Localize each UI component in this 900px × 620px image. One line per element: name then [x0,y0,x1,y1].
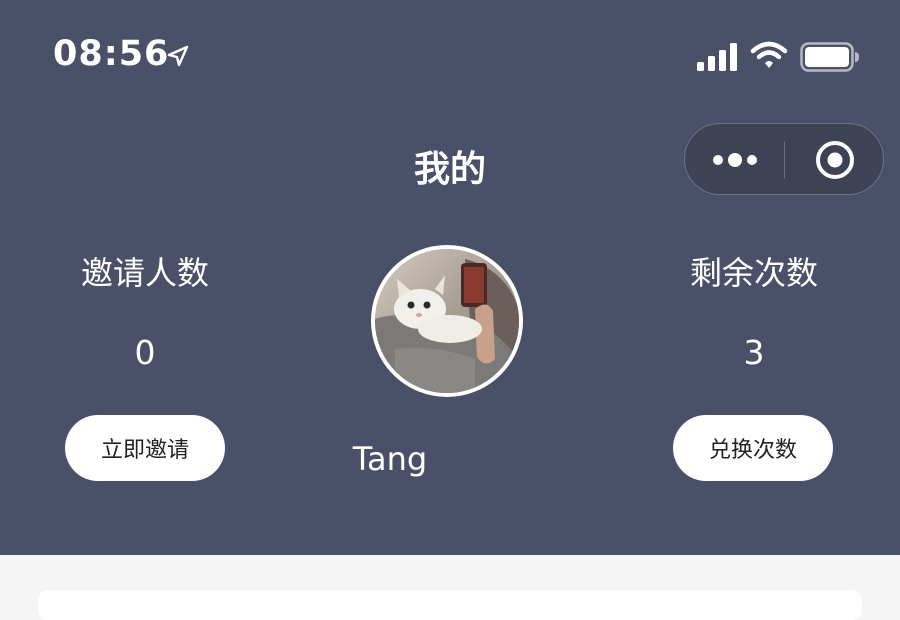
status-bar: 08:56 [0,0,900,110]
remaining-count-label: 剩余次数 [689,254,818,292]
invite-count-value: 0 [134,333,156,372]
redeem-count-button[interactable]: 兑换次数 [673,415,833,481]
target-circle-icon [816,141,854,179]
invite-now-button[interactable]: 立即邀请 [65,415,225,481]
location-arrow-icon [167,45,189,67]
mini-program-capsule [684,123,884,195]
content-card [38,590,862,620]
profile-header: 08:56 我的 邀请人数 0 立即邀请 Tang 剩余次数 3 兑换次数 [0,0,900,555]
remaining-count-value: 3 [743,333,765,372]
avatar-photo [375,249,519,393]
username: Tang [352,440,428,478]
more-button[interactable] [685,124,784,196]
wifi-icon [750,41,788,68]
more-dots-icon [713,153,757,167]
status-time: 08:56 [53,34,170,74]
avatar[interactable] [371,245,523,397]
close-miniprogram-button[interactable] [785,124,883,196]
battery-icon [800,42,859,72]
cellular-signal-icon [697,43,737,71]
invite-count-label: 邀请人数 [80,254,209,292]
